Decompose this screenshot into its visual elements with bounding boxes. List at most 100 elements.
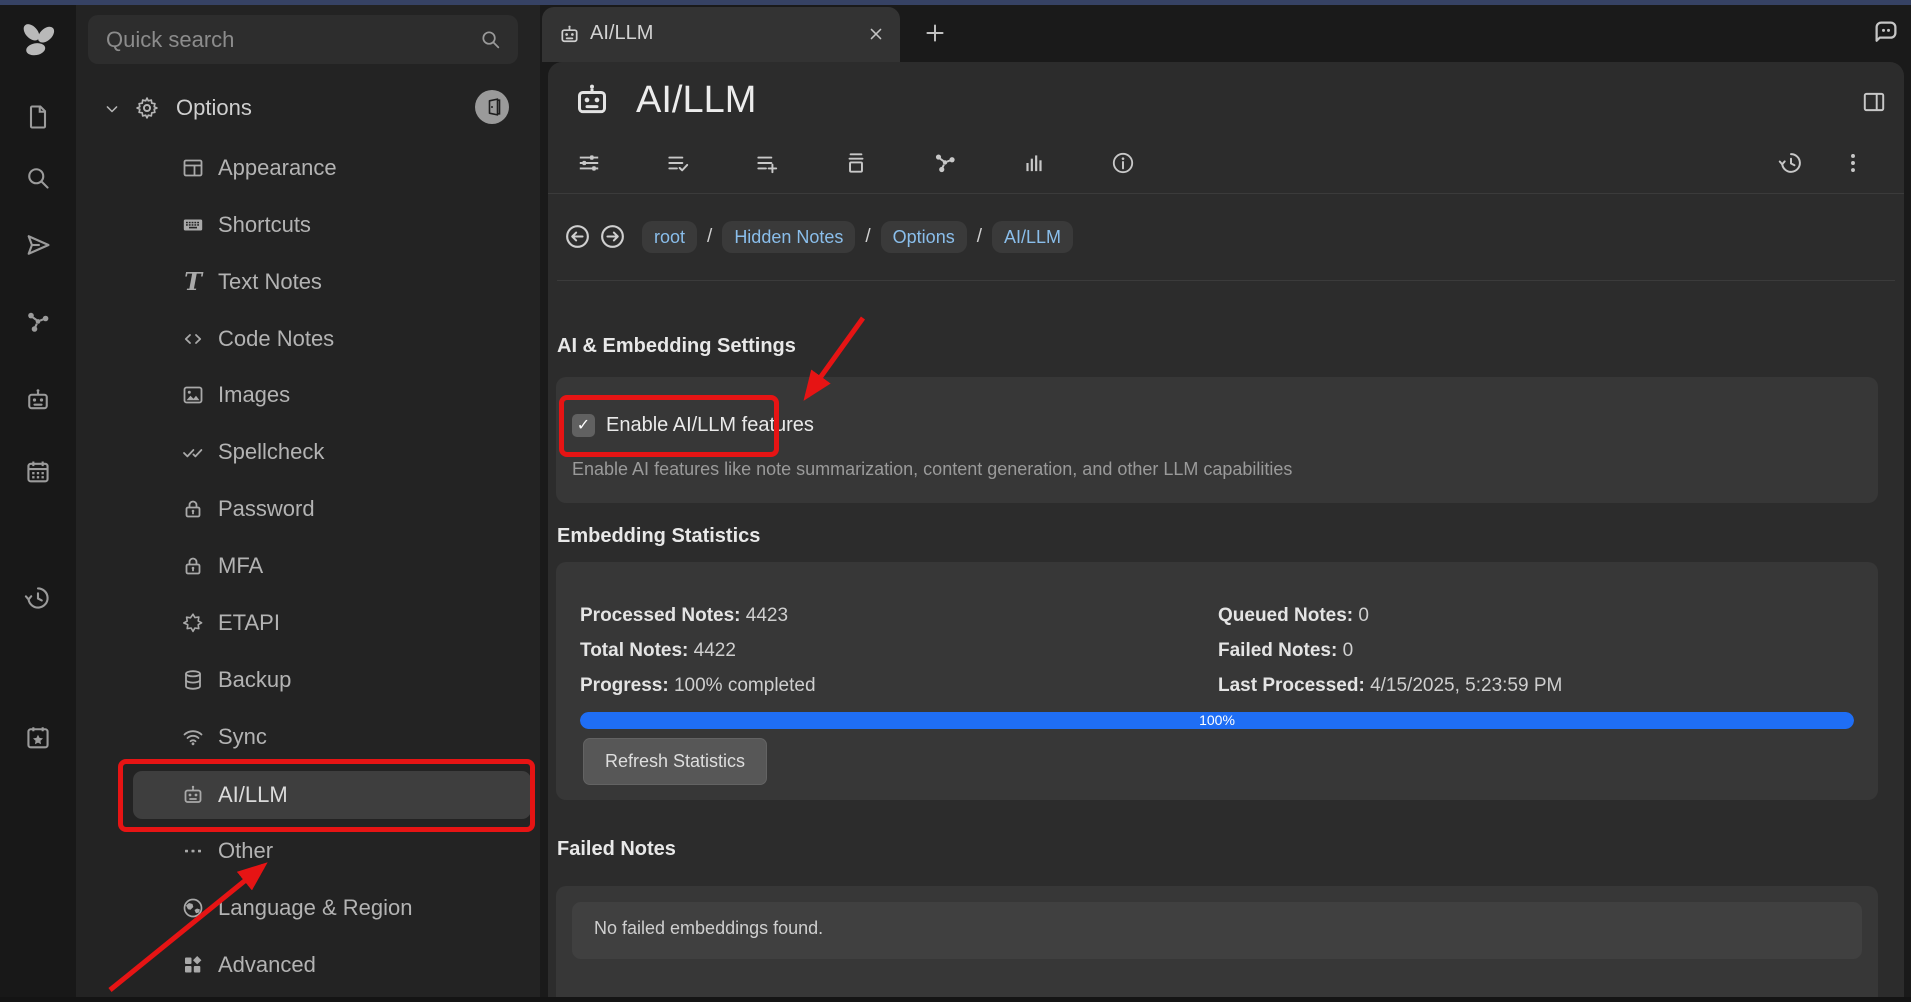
sidebar-item-images[interactable]: Images bbox=[76, 373, 540, 417]
history-back-button[interactable] bbox=[564, 223, 591, 250]
box-stack-icon bbox=[843, 150, 869, 176]
sidebar-item-spellcheck[interactable]: Spellcheck bbox=[76, 430, 540, 474]
sidebar-item-other[interactable]: Other bbox=[76, 829, 540, 873]
sidebar-item-language-region[interactable]: Language & Region bbox=[76, 886, 540, 930]
sidebar-item-label[interactable]: Password bbox=[218, 496, 315, 522]
sidebar-item-shortcuts[interactable]: Shortcuts bbox=[76, 203, 540, 247]
stat-last-processed: Last Processed: 4/15/2025, 5:23:59 PM bbox=[1218, 675, 1562, 697]
enable-ai-label[interactable]: Enable AI/LLM features bbox=[606, 414, 814, 437]
sidebar-item-label[interactable]: Text Notes bbox=[218, 269, 322, 295]
launcher-new-note-button[interactable] bbox=[24, 103, 52, 131]
breadcrumb-item-options[interactable]: Options bbox=[881, 221, 967, 253]
sidebar-item-text-notes[interactable]: T Text Notes bbox=[76, 260, 540, 304]
tab-ai-llm[interactable]: AI/LLM bbox=[542, 7, 900, 62]
ribbon-box-stack-button[interactable] bbox=[836, 143, 876, 183]
door-open-icon bbox=[480, 95, 504, 119]
sidebar-item-backup[interactable]: Backup bbox=[76, 658, 540, 702]
breadcrumb-item-ai-llm[interactable]: AI/LLM bbox=[992, 221, 1073, 253]
tab-label[interactable]: AI/LLM bbox=[590, 22, 653, 45]
breadcrumb-separator: / bbox=[865, 226, 870, 248]
sidebar-item-password[interactable]: Password bbox=[76, 487, 540, 531]
enable-ai-checkbox[interactable]: ✓ bbox=[572, 414, 595, 437]
note-title[interactable]: AI/LLM bbox=[636, 79, 756, 122]
list-plus-icon bbox=[754, 150, 780, 176]
burst-icon bbox=[181, 611, 205, 635]
close-icon[interactable] bbox=[866, 24, 886, 44]
sidebar-item-label[interactable]: Spellcheck bbox=[218, 439, 324, 465]
stat-total-notes: Total Notes: 4422 bbox=[580, 640, 736, 662]
lock-icon bbox=[181, 554, 205, 578]
divider bbox=[548, 193, 1904, 194]
breadcrumb-item-hidden-notes[interactable]: Hidden Notes bbox=[722, 221, 855, 253]
bars-icon bbox=[1021, 150, 1047, 176]
blocks-icon bbox=[181, 953, 205, 977]
tree-root-label[interactable]: Options bbox=[176, 95, 252, 121]
failed-notes-card: No failed embeddings found. bbox=[556, 886, 1878, 997]
embedding-progress-bar: 100% bbox=[580, 712, 1854, 729]
panel-split-icon[interactable] bbox=[1861, 89, 1887, 115]
sidebar-item-etapi[interactable]: ETAPI bbox=[76, 601, 540, 645]
sidebar-item-label[interactable]: Appearance bbox=[218, 155, 337, 181]
launcher-today-button[interactable] bbox=[24, 724, 52, 752]
sidebar-item-code-notes[interactable]: Code Notes bbox=[76, 317, 540, 361]
robot-icon bbox=[572, 80, 612, 120]
sidebar-item-appearance[interactable]: Appearance bbox=[76, 146, 540, 190]
note-menu-button[interactable] bbox=[1833, 143, 1873, 183]
ribbon-info-button[interactable] bbox=[1103, 143, 1143, 183]
sidebar-item-label[interactable]: Shortcuts bbox=[218, 212, 311, 238]
breadcrumb-separator: / bbox=[707, 226, 712, 248]
history-forward-button[interactable] bbox=[599, 223, 626, 250]
sidebar-item-label[interactable]: Code Notes bbox=[218, 326, 334, 352]
ribbon-list-check-button[interactable] bbox=[658, 143, 698, 183]
ribbon-nodes-button[interactable] bbox=[925, 143, 965, 183]
ribbon-list-plus-button[interactable] bbox=[747, 143, 787, 183]
chevron-down-icon[interactable] bbox=[102, 99, 122, 119]
failed-notes-empty: No failed embeddings found. bbox=[572, 902, 1862, 959]
sidebar-item-label[interactable]: Language & Region bbox=[218, 895, 413, 921]
sidebar-item-advanced[interactable]: Advanced bbox=[76, 943, 540, 987]
breadcrumb-item-root[interactable]: root bbox=[642, 221, 697, 253]
sidebar-item-label[interactable]: Other bbox=[218, 838, 273, 864]
unhoist-button[interactable] bbox=[475, 90, 509, 124]
launcher-ai-chat-button[interactable] bbox=[24, 386, 52, 414]
sidebar-item-label[interactable]: AI/LLM bbox=[218, 782, 288, 808]
quick-search-input[interactable] bbox=[88, 15, 518, 64]
stat-queued-notes: Queued Notes: 0 bbox=[1218, 605, 1369, 627]
main-area: AI/LLM AI/LLM root / Hidden Notes / Options /… bbox=[540, 5, 1911, 997]
ribbon-sliders-button[interactable] bbox=[569, 143, 609, 183]
sidebar-item-ai-llm[interactable]: AI/LLM bbox=[76, 773, 540, 817]
new-tab-button[interactable] bbox=[922, 20, 948, 46]
trilium-logo-icon bbox=[15, 17, 61, 63]
sidebar-item-sync[interactable]: Sync bbox=[76, 715, 540, 759]
sidebar-item-label[interactable]: Images bbox=[218, 382, 290, 408]
sidebar-item-label[interactable]: MFA bbox=[218, 553, 263, 579]
breadcrumb-separator: / bbox=[977, 226, 982, 248]
sidebar-item-label[interactable]: ETAPI bbox=[218, 610, 280, 636]
lock-icon bbox=[181, 497, 205, 521]
code-icon bbox=[181, 327, 205, 351]
spellcheck-icon bbox=[181, 440, 205, 464]
robot-icon bbox=[558, 23, 581, 46]
launcher-recent-changes-button[interactable] bbox=[24, 584, 52, 612]
launcher-jump-to-note-button[interactable] bbox=[24, 231, 52, 259]
text-icon: T bbox=[181, 270, 205, 294]
sidebar-item-label[interactable]: Sync bbox=[218, 724, 267, 750]
launcher-calendar-button[interactable] bbox=[24, 458, 52, 486]
keyboard-icon bbox=[181, 213, 205, 237]
chat-icon[interactable] bbox=[1871, 17, 1901, 47]
ribbon-bars-button[interactable] bbox=[1014, 143, 1054, 183]
info-icon bbox=[1110, 150, 1136, 176]
launcher-bar bbox=[0, 5, 76, 997]
launcher-note-map-button[interactable] bbox=[24, 308, 52, 336]
launcher-search-button[interactable] bbox=[24, 164, 52, 192]
sidebar-item-mfa[interactable]: MFA bbox=[76, 544, 540, 588]
refresh-statistics-button[interactable]: Refresh Statistics bbox=[583, 738, 767, 785]
search-icon[interactable] bbox=[479, 28, 502, 51]
embedding-stats-card: Processed Notes: 4423Total Notes: 4422Pr… bbox=[556, 562, 1878, 800]
sidebar-item-label[interactable]: Advanced bbox=[218, 952, 316, 978]
sidebar-item-label[interactable]: Backup bbox=[218, 667, 291, 693]
ellipsis-icon bbox=[181, 839, 205, 863]
stat-failed-notes: Failed Notes: 0 bbox=[1218, 640, 1353, 662]
tree-root-row[interactable]: Options bbox=[76, 90, 540, 128]
note-revisions-button[interactable] bbox=[1771, 143, 1811, 183]
